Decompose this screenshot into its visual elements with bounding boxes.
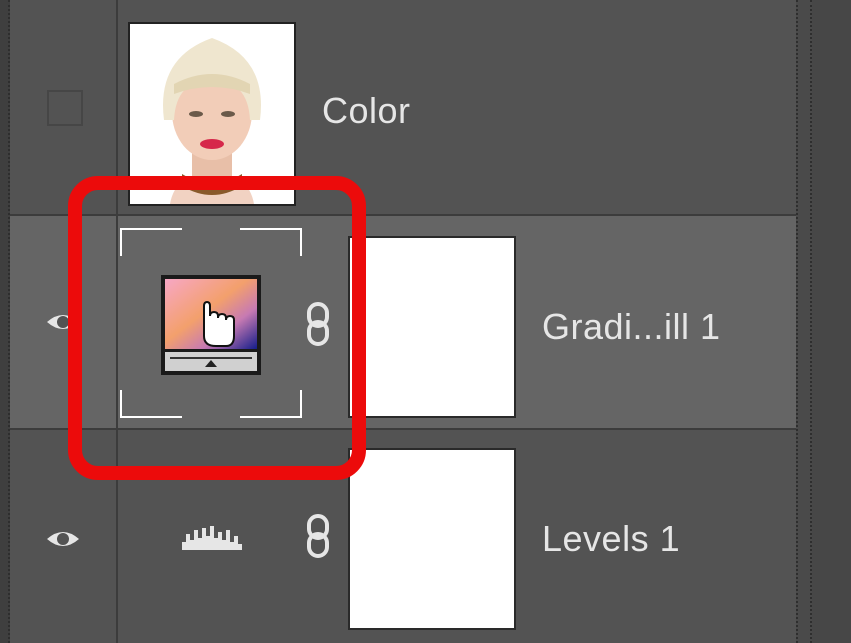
layer-row-levels[interactable]: Levels 1	[10, 430, 796, 643]
visibility-column	[10, 216, 118, 428]
visibility-column	[10, 0, 118, 214]
link-chain-icon[interactable]	[306, 514, 330, 558]
layer-name-gradient-fill: Gradi...ill 1	[542, 306, 721, 347]
thumbnail-selection-corner	[240, 390, 302, 418]
eye-icon[interactable]	[45, 310, 81, 334]
gradient-fill-icon	[161, 275, 261, 375]
layers-scrollbar[interactable]	[812, 0, 851, 643]
thumbnail-selection-corner	[120, 228, 182, 256]
gradient-fill-thumbnail[interactable]	[120, 228, 302, 418]
thumbnail-selection-corner	[240, 228, 302, 256]
layer-row-color[interactable]: Color	[10, 0, 796, 216]
link-chain-icon[interactable]	[306, 302, 330, 346]
visibility-column	[10, 430, 118, 643]
layer-mask-thumbnail[interactable]	[348, 448, 516, 630]
layer-mask-thumbnail[interactable]	[348, 236, 516, 418]
layers-panel: Color Gradi...ill 1 Levels 1	[0, 0, 851, 643]
levels-histogram-icon[interactable]	[180, 524, 244, 550]
layer-row-gradient-fill[interactable]: Gradi...ill 1	[10, 216, 796, 430]
layer-name-levels: Levels 1	[542, 518, 681, 559]
panel-divider	[796, 0, 812, 643]
visibility-toggle-off[interactable]	[47, 90, 83, 126]
layer-thumbnail-photo[interactable]	[128, 22, 296, 206]
thumbnail-selection-corner	[120, 390, 182, 418]
panel-left-edge	[0, 0, 10, 643]
eye-icon[interactable]	[45, 527, 81, 551]
portrait-thumbnail-image	[130, 24, 294, 204]
layer-name-color: Color	[322, 90, 411, 131]
